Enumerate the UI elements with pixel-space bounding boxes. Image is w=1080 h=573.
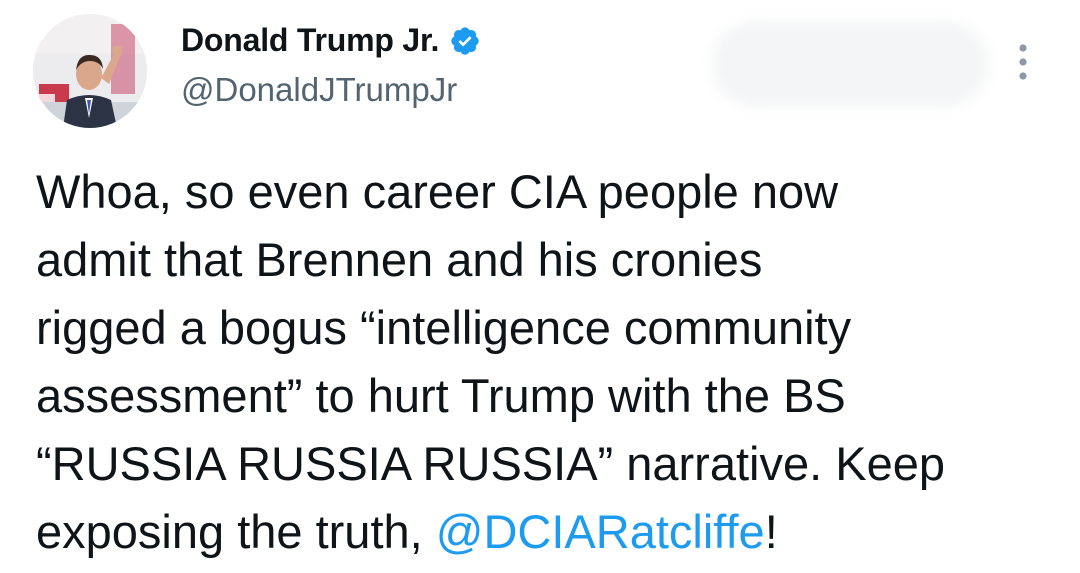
display-name[interactable]: Donald Trump Jr. xyxy=(181,22,439,59)
tweet-text: Whoa, so even career CIA people now admi… xyxy=(36,158,1066,566)
avatar[interactable] xyxy=(33,14,147,128)
tweet-line: assessment” to hurt Trump with the BS xyxy=(36,369,846,422)
tweet-card: Donald Trump Jr. @DonaldJTrumpJr Whoa, s… xyxy=(0,0,1080,573)
profile-photo xyxy=(33,14,147,128)
tweet-line: “RUSSIA RUSSIA RUSSIA” narrative. Keep xyxy=(36,437,945,490)
blurred-region xyxy=(712,22,988,106)
tweet-line-prefix: exposing the truth, xyxy=(36,505,436,558)
tweet-line: Whoa, so even career CIA people now xyxy=(36,165,839,218)
more-options-button[interactable] xyxy=(1011,42,1035,82)
tweet-line: rigged a bogus “intelligence community xyxy=(36,301,852,354)
verified-badge-icon xyxy=(449,25,481,57)
tweet-line-suffix: ! xyxy=(764,505,778,558)
mention-link[interactable]: @DCIARatcliffe xyxy=(436,505,765,558)
tweet-line-last: exposing the truth, @DCIARatcliffe! xyxy=(36,498,1066,566)
tweet-line: admit that Brennen and his cronies xyxy=(36,233,763,286)
vertical-ellipsis-icon xyxy=(1019,44,1027,80)
name-row: Donald Trump Jr. xyxy=(181,22,481,59)
user-handle[interactable]: @DonaldJTrumpJr xyxy=(181,71,457,109)
